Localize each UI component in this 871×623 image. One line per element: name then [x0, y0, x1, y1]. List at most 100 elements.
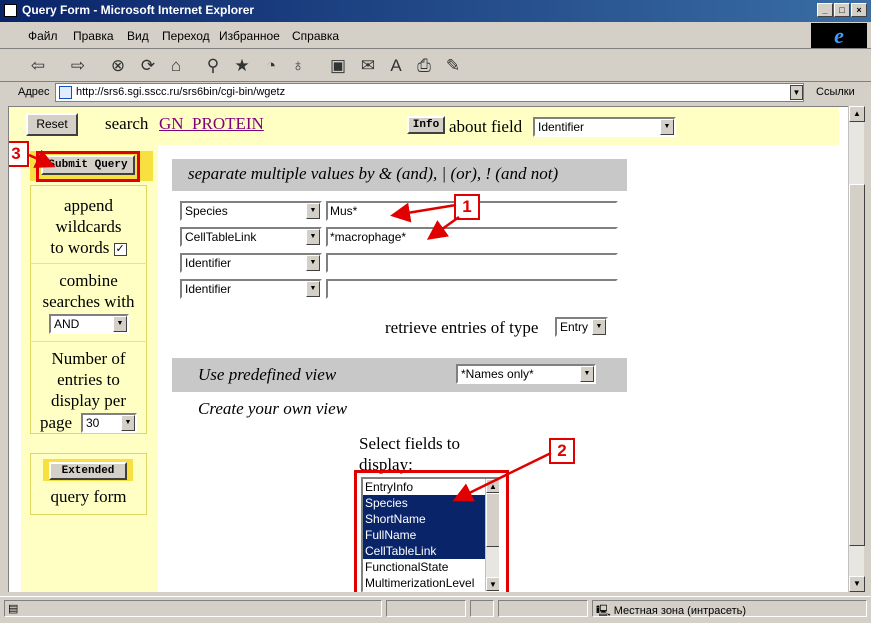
retrieve-label: retrieve entries of type [385, 318, 539, 337]
forward-icon[interactable]: ⇨ [66, 55, 90, 77]
ie-logo: e [811, 23, 867, 48]
address-label: Адрес [18, 86, 50, 98]
toolbar: ⇦ ⇨ ⊗ ⟳ ⌂ ⚲ ★ ◔ ♁ ▣ ✉ A ⎙ ✎ [0, 50, 871, 82]
menu-file[interactable]: Файл [28, 29, 58, 43]
title-bar: Query Form - Microsoft Internet Explorer… [0, 0, 871, 22]
address-input[interactable]: http://srs6.sgi.sscc.ru/srs6bin/cgi-bin/… [55, 83, 804, 102]
combine-value: AND [54, 317, 80, 331]
ie-window-icon [4, 4, 17, 17]
fullscreen-icon[interactable]: ▣ [326, 55, 350, 77]
menu-favorites[interactable]: Избранное [219, 29, 280, 43]
status-page-icon: ▤ [8, 603, 19, 615]
field-select-3[interactable]: Identifier ▼ [180, 253, 322, 273]
page-size-select[interactable]: 30 ▼ [81, 413, 137, 433]
callout-1: 1 [454, 194, 480, 220]
status-zone: 🖳 Местная зона (интрасеть) [592, 600, 867, 617]
wildcards-line-1: append [63, 196, 114, 215]
window-title: Query Form - Microsoft Internet Explorer [22, 3, 255, 17]
field-select-2[interactable]: CellTableLink ▼ [180, 227, 322, 247]
address-dropdown-icon[interactable]: ▼ [790, 85, 803, 100]
reset-button[interactable]: Reset [26, 113, 78, 136]
links-button[interactable]: Ссылки [816, 86, 855, 98]
predefined-view-select[interactable]: *Names only* ▼ [456, 364, 596, 384]
page-scrollbar[interactable]: ▲ ▼ [848, 106, 865, 592]
num-entries-text: Number of entries to display per [30, 348, 147, 411]
field-value: Identifier [185, 256, 232, 270]
entry-type-select[interactable]: Entry ▼ [555, 317, 608, 337]
print-icon[interactable]: ⎙ [412, 55, 436, 77]
page-size-value: 30 [86, 416, 100, 430]
chevron-down-icon: ▼ [306, 255, 320, 271]
callout-3: 3 [9, 141, 29, 167]
menu-view[interactable]: Вид [127, 29, 149, 43]
chevron-down-icon: ▼ [660, 119, 674, 135]
callout-2: 2 [549, 438, 575, 464]
menu-go[interactable]: Переход [162, 29, 210, 43]
chevron-down-icon: ▼ [306, 281, 320, 297]
channels-icon[interactable]: ♁ [286, 55, 310, 77]
zone-icon: 🖳 [596, 605, 611, 617]
chevron-down-icon: ▼ [592, 319, 606, 335]
page-icon [59, 86, 72, 99]
combine-select[interactable]: AND ▼ [49, 314, 129, 334]
highlight-box-2 [354, 470, 509, 592]
stop-icon[interactable]: ⊗ [106, 55, 130, 77]
field-value: CellTableLink [185, 230, 257, 244]
status-lock [470, 600, 494, 617]
extended-button[interactable]: Extended [49, 462, 127, 480]
status-bar: ▤ 🖳 Местная зона (интрасеть) [0, 596, 871, 618]
entry-type-value: Entry [560, 320, 589, 334]
search-icon[interactable]: ⚲ [201, 55, 225, 77]
menu-bar: Файл Правка Вид Переход Избранное Справк… [0, 23, 871, 49]
select-fields-label: Select fields to display: [359, 433, 460, 475]
predefined-view-label: Use predefined view [198, 365, 337, 384]
scroll-up-icon[interactable]: ▲ [849, 106, 865, 122]
close-button[interactable]: × [851, 3, 867, 17]
wildcards-checkbox[interactable]: ✓ [113, 242, 127, 256]
favorites-icon[interactable]: ★ [230, 55, 254, 77]
maximize-button[interactable]: □ [834, 3, 850, 17]
wildcards-line-2: wildcards [55, 217, 122, 236]
zone-text: Местная зона (интрасеть) [613, 605, 747, 617]
combine-text: combine searches with [30, 270, 147, 312]
status-empty [498, 600, 588, 617]
combine-line-2: searches with [42, 292, 135, 311]
chevron-down-icon: ▼ [121, 415, 135, 431]
mail-icon[interactable]: ✉ [356, 55, 380, 77]
page-label: page [40, 413, 73, 432]
menu-help[interactable]: Справка [292, 29, 339, 43]
chevron-down-icon: ▼ [113, 316, 127, 332]
search-value-input-2[interactable]: *macrophage* [326, 227, 618, 247]
menu-edit[interactable]: Правка [73, 29, 114, 43]
field-select-4[interactable]: Identifier ▼ [180, 279, 322, 299]
back-icon[interactable]: ⇦ [26, 55, 50, 77]
separate-hint: separate multiple values by & (and), | (… [188, 164, 559, 183]
query-form-label: query form [50, 487, 127, 506]
search-value-input-4[interactable] [326, 279, 618, 299]
wildcards-line-3: to words [50, 238, 110, 257]
minimize-button[interactable]: _ [817, 3, 833, 17]
scroll-down-icon[interactable]: ▼ [849, 576, 865, 592]
about-field-select[interactable]: Identifier ▼ [533, 117, 676, 137]
num-entries-line-2: entries to [57, 370, 120, 389]
page-viewport: Reset search GN_PROTEIN Info about field… [8, 106, 848, 592]
search-value-input-3[interactable] [326, 253, 618, 273]
field-select-1[interactable]: Species ▼ [180, 201, 322, 221]
divider [30, 341, 147, 342]
about-field-value: Identifier [538, 120, 585, 134]
databank-link[interactable]: GN_PROTEIN [159, 114, 264, 134]
separate-hint-bar: separate multiple values by & (and), | (… [172, 159, 627, 191]
history-icon[interactable]: ◔ [259, 55, 283, 77]
status-progress [386, 600, 466, 617]
highlight-box-3 [36, 151, 140, 182]
create-view-label: Create your own view [198, 399, 348, 418]
fonts-icon[interactable]: A [384, 55, 408, 77]
divider [30, 263, 147, 264]
scroll-thumb[interactable] [849, 184, 865, 546]
address-bar: Адрес http://srs6.sgi.sscc.ru/srs6bin/cg… [0, 82, 871, 104]
edit-icon[interactable]: ✎ [441, 55, 465, 77]
refresh-icon[interactable]: ⟳ [136, 55, 160, 77]
num-entries-line-1: Number of [51, 349, 126, 368]
info-button[interactable]: Info [407, 116, 445, 134]
home-icon[interactable]: ⌂ [164, 55, 188, 77]
